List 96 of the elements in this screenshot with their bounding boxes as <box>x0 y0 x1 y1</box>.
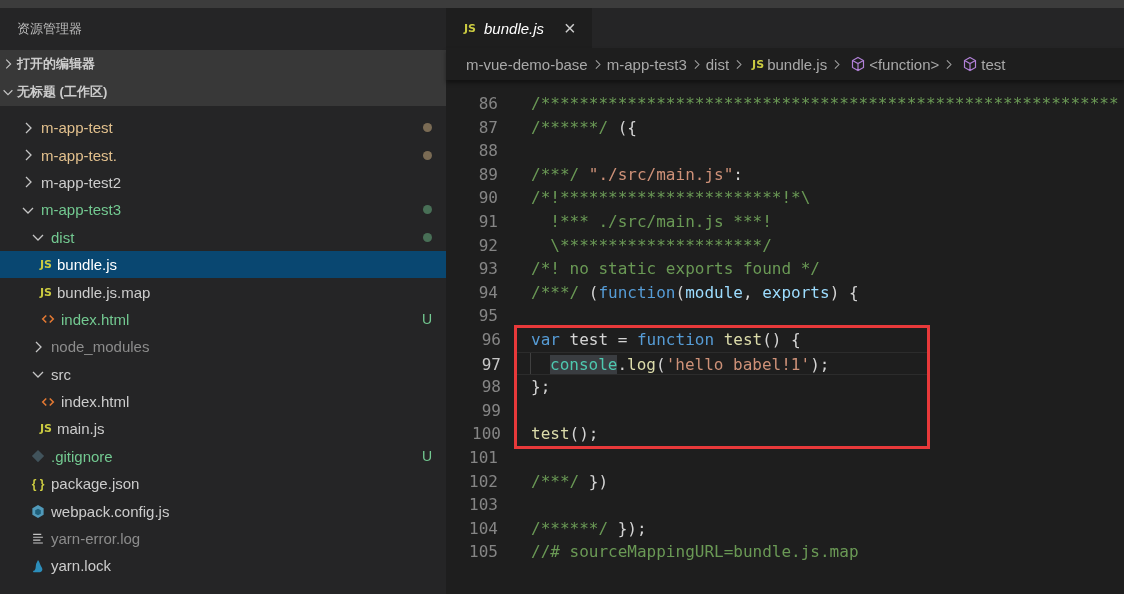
file-name: src <box>51 365 72 383</box>
line-number: 104 <box>468 517 498 540</box>
file-name: m-app-test3 <box>41 201 123 219</box>
editor-tab[interactable]: JS bundle.js × <box>446 8 592 48</box>
section-header[interactable]: 打开的编辑器 <box>0 50 446 78</box>
tree-item[interactable]: JS bundle.js.map <box>0 278 446 306</box>
breadcrumb-item[interactable]: bundle.js <box>767 55 828 73</box>
tree-item[interactable]: m-app-test2 <box>0 168 446 197</box>
code-line: /***/ "./src/main.js": <box>531 163 743 186</box>
line-number: 103 <box>468 494 498 517</box>
cube-icon <box>30 503 46 519</box>
js-file-icon: JS <box>40 285 52 299</box>
code-line: /******/ ({ <box>531 116 637 139</box>
code-line: !*** ./src/main.js ***! <box>549 210 772 233</box>
breadcrumb-item[interactable]: test <box>981 55 1006 73</box>
line-number: 100 <box>471 423 501 446</box>
code-line: console.log('hello babel!1'); <box>530 352 830 375</box>
line-number: 88 <box>477 140 498 163</box>
close-button[interactable]: × <box>564 16 576 40</box>
code-line: /************************************************************ <box>531 93 1119 115</box>
tree-item[interactable]: index.html U <box>0 305 446 334</box>
tab-title: bundle.js <box>484 19 545 37</box>
line-number: 98 <box>480 376 501 399</box>
file-name: index.html <box>61 393 131 411</box>
line-number: 87 <box>477 116 498 139</box>
line-number: 94 <box>477 281 498 304</box>
line-number: 105 <box>468 541 498 564</box>
code-line: \*********************/ <box>549 234 772 257</box>
explorer-title: 资源管理器 <box>16 20 83 38</box>
tree-item[interactable]: webpack.config.js <box>0 497 446 525</box>
file-name: dist <box>51 228 76 246</box>
file-name: main.js <box>57 420 106 438</box>
file-name: webpack.config.js <box>51 502 171 520</box>
file-name: m-app-test <box>41 119 114 137</box>
tree-item[interactable]: dist <box>0 223 446 251</box>
cube-icon <box>850 56 867 72</box>
tree-item[interactable]: index.html <box>0 387 446 416</box>
breadcrumb-item[interactable]: <function> <box>869 55 940 73</box>
section-title: 无标题 (工作区) <box>17 83 108 101</box>
braces-icon: { } <box>30 476 46 491</box>
tree-item[interactable]: src <box>0 360 446 388</box>
tree-item[interactable]: JS bundle.js <box>0 250 446 279</box>
tree-item[interactable]: m-app-test. <box>0 141 446 169</box>
file-name: package.json <box>51 475 141 493</box>
section-header[interactable]: 无标题 (工作区) <box>0 78 446 106</box>
line-number: 86 <box>477 93 498 115</box>
line-number: 102 <box>468 470 498 493</box>
cube-icon <box>962 56 979 72</box>
line-number: 97 <box>480 353 501 375</box>
line-number: 99 <box>480 399 501 422</box>
code-line: test(); <box>531 423 599 446</box>
js-file-icon: JS <box>40 258 52 272</box>
file-name: m-app-test. <box>41 146 118 164</box>
line-number: 93 <box>477 258 498 281</box>
line-number: 101 <box>468 446 498 469</box>
file-name: yarn.lock <box>51 557 113 575</box>
file-name: bundle.js <box>57 256 119 274</box>
line-number: 91 <box>477 210 498 233</box>
code-line: }; <box>531 376 551 399</box>
breadcrumb-item[interactable]: m-vue-demo-base <box>466 55 588 73</box>
tree-item[interactable]: yarn-error.log <box>0 524 446 553</box>
code-line: /***/ (function(module, exports) { <box>531 281 859 304</box>
js-file-icon: JS <box>464 21 476 35</box>
js-file-icon: JS <box>752 57 765 71</box>
section-title: 打开的编辑器 <box>17 55 95 73</box>
line-number: 96 <box>480 328 501 351</box>
file-name: bundle.js.map <box>57 283 152 301</box>
git-status: U <box>421 311 432 328</box>
line-number: 90 <box>477 187 498 210</box>
file-name: .gitignore <box>51 447 114 465</box>
lines-icon <box>30 532 46 546</box>
tree-item[interactable]: m-app-test <box>0 114 446 142</box>
code-line: //# sourceMappingURL=bundle.js.map <box>531 541 859 564</box>
file-name: index.html <box>61 310 131 328</box>
breadcrumb-item[interactable]: dist <box>705 55 730 73</box>
tree-item[interactable]: m-app-test3 <box>0 196 446 224</box>
file-name: node_modules <box>51 338 151 356</box>
tree-item[interactable]: { } package.json <box>0 470 446 498</box>
file-name: m-app-test2 <box>41 173 123 191</box>
code-line: /******/ }); <box>531 517 647 540</box>
line-number: 89 <box>477 163 498 186</box>
tree-item[interactable]: .gitignore U <box>0 442 446 471</box>
js-file-icon: JS <box>40 422 52 436</box>
code-line: var test = function test() { <box>531 328 801 351</box>
file-name: yarn-error.log <box>51 530 142 548</box>
line-number: 95 <box>477 305 498 328</box>
code-line: /***/ }) <box>531 470 609 493</box>
tree-item[interactable]: node_modules <box>0 333 446 361</box>
diamond-icon <box>30 449 46 464</box>
code-line: /*!***********************!*\ <box>531 187 811 210</box>
breadcrumb-item[interactable]: m-app-test3 <box>606 55 687 73</box>
git-status: U <box>421 448 432 465</box>
tree-item[interactable]: yarn.lock <box>0 552 446 580</box>
tree-item[interactable]: JS main.js <box>0 415 446 443</box>
line-number: 92 <box>477 234 498 257</box>
code-line: /*! no static exports found */ <box>531 258 820 281</box>
